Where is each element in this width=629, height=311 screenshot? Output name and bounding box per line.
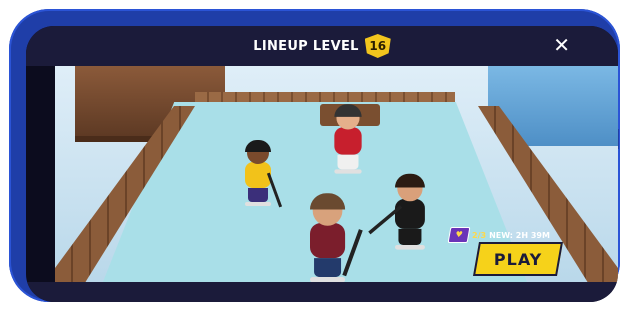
player-jersey bbox=[334, 127, 362, 155]
player-legs bbox=[398, 228, 422, 245]
player-head bbox=[310, 193, 346, 226]
play-label: PLAY bbox=[493, 249, 543, 269]
player-head bbox=[395, 173, 425, 202]
close-icon[interactable]: ✕ bbox=[553, 33, 570, 57]
player-right[interactable] bbox=[368, 173, 425, 250]
player-legs bbox=[314, 258, 342, 277]
player-skates bbox=[395, 245, 425, 250]
level-number: 16 bbox=[369, 39, 387, 53]
player-legs bbox=[248, 188, 268, 202]
top-bar: LINEUP LEVEL 16 ✕ bbox=[26, 26, 618, 66]
player-legs bbox=[337, 154, 359, 170]
player-jersey bbox=[310, 223, 346, 259]
shield-badge-icon: ♥ bbox=[447, 227, 471, 243]
player-center[interactable] bbox=[310, 193, 363, 282]
player-left[interactable] bbox=[245, 140, 283, 208]
player-skates bbox=[334, 169, 362, 174]
level-badge: 16 bbox=[364, 34, 391, 58]
new-count: 2/3 bbox=[472, 230, 487, 240]
lineup-level-title: LINEUP LEVEL bbox=[253, 38, 359, 54]
player-head bbox=[245, 140, 271, 164]
bottom-bar bbox=[26, 282, 618, 302]
player-head bbox=[334, 104, 362, 130]
player-goalie[interactable] bbox=[334, 104, 362, 174]
new-players-indicator: ♥ 2/3 NEW: 2H 39M bbox=[447, 227, 550, 243]
play-button[interactable]: PLAY bbox=[473, 242, 563, 276]
player-skates bbox=[245, 202, 271, 206]
player-jersey bbox=[395, 199, 425, 229]
new-timer: NEW: 2H 39M bbox=[489, 230, 550, 240]
